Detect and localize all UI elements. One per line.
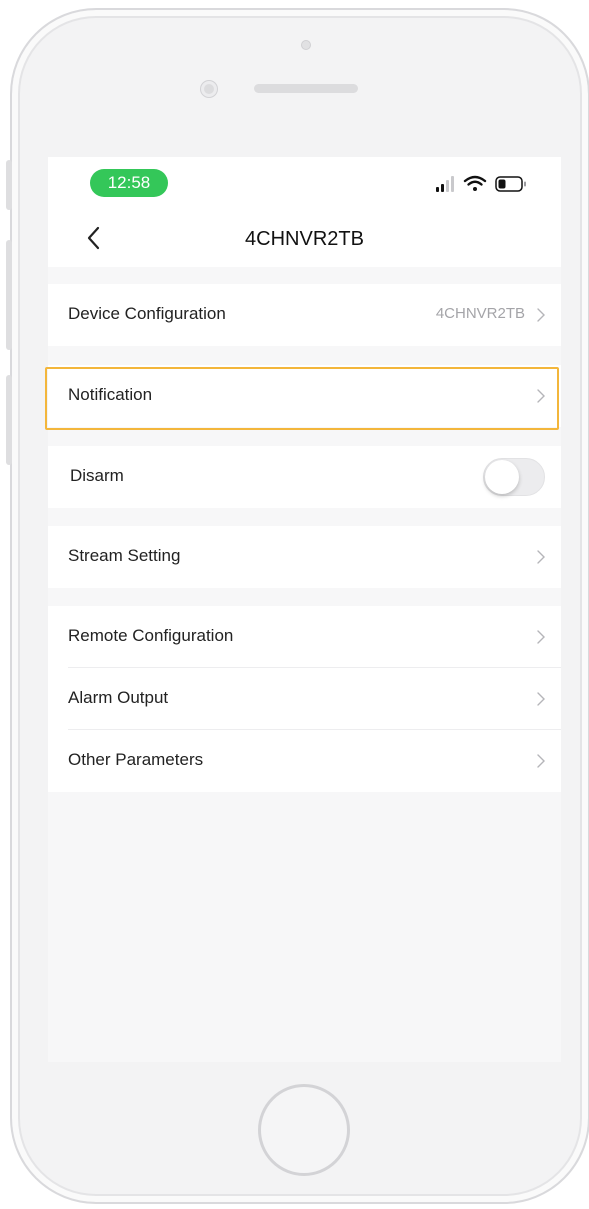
disarm-toggle[interactable]	[483, 458, 545, 496]
notification-highlight-box	[45, 367, 559, 430]
status-time: 12:58	[90, 169, 168, 197]
settings-row-alarm-output[interactable]: Alarm Output	[48, 668, 561, 730]
front-camera	[201, 81, 217, 97]
row-label: Alarm Output	[68, 688, 169, 707]
navigation-bar: 4CHNVR2TB	[48, 203, 561, 267]
earpiece-speaker	[254, 84, 358, 93]
row-label: Disarm	[70, 466, 124, 485]
front-sensor	[301, 40, 311, 50]
signal-icon	[436, 176, 454, 192]
chevron-right-icon	[537, 630, 545, 644]
chevron-right-icon	[537, 754, 545, 768]
status-icons	[436, 175, 526, 192]
row-label: Other Parameters	[68, 750, 204, 769]
settings-row-device-configuration[interactable]: Device Configuration 4CHNVR2TB	[48, 284, 561, 346]
wifi-icon	[463, 175, 487, 191]
row-label: Device Configuration	[68, 304, 226, 323]
settings-row-disarm: Disarm	[48, 446, 561, 508]
home-button[interactable]	[258, 1084, 350, 1176]
status-bar: 12:58	[48, 157, 561, 203]
page-title: 4CHNVR2TB	[245, 228, 364, 250]
settings-row-other-parameters[interactable]: Other Parameters	[48, 730, 561, 792]
settings-row-remote-configuration[interactable]: Remote Configuration	[48, 606, 561, 668]
row-value: 4CHNVR2TB	[435, 305, 525, 322]
side-button-volume-down	[6, 375, 12, 465]
chevron-right-icon	[537, 550, 545, 564]
chevron-right-icon	[537, 692, 545, 706]
settings-row-stream-setting[interactable]: Stream Setting	[48, 526, 561, 588]
row-label: Stream Setting	[68, 546, 181, 565]
side-button-mute	[6, 160, 12, 210]
battery-icon	[495, 176, 526, 192]
app-screen: 12:58 4CHNVR2TB Device Configuration 4CH…	[48, 157, 561, 1062]
side-button-volume-up	[6, 240, 12, 350]
row-label: Remote Configuration	[68, 626, 234, 645]
toggle-knob	[485, 460, 519, 494]
chevron-right-icon	[537, 308, 545, 322]
